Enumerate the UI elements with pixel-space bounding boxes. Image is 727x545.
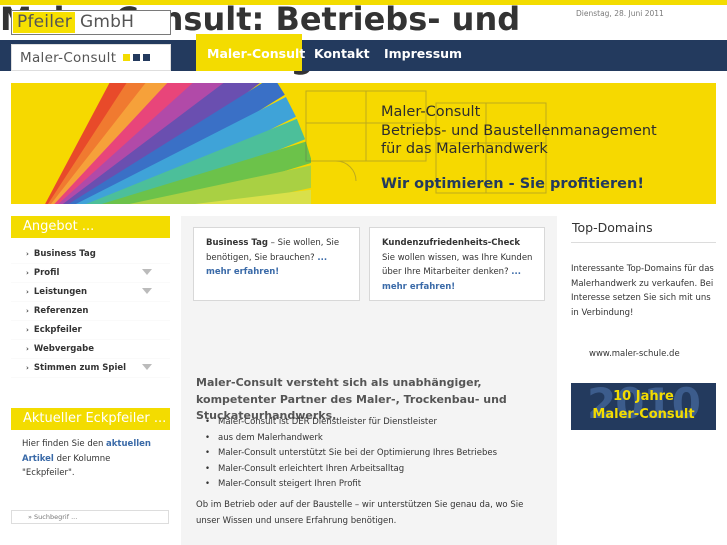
sidebar-heading: Angebot ... [11,216,170,238]
domain-url[interactable]: www.maler-schule.de [589,349,680,359]
nav-item-impressum[interactable]: Impressum [384,46,462,61]
teaser-box-title: Business Tag [206,238,268,248]
banner-line-3: für das Malerhandwerk [381,141,548,157]
teaser-box-business-tag: Business Tag – Sie wollen, Sie benötigen… [193,227,360,301]
teaser-box-text: Sie wollen wissen, was Ihre Kunden über … [382,252,533,278]
chevron-right-icon: › [26,345,29,353]
sidebar-item-label: Business Tag [33,249,96,259]
company-logo[interactable]: Pfeiler GmbH [11,10,171,35]
sidebar-item-leistungen[interactable]: › Leistungen [11,283,170,302]
list-item: Maler-Consult ist DER Dienstleister für … [205,415,545,431]
sidebar-menu: › Business Tag › Profil › Leistungen › R… [11,238,170,378]
sidebar-item-referenzen[interactable]: › Referenzen [11,302,170,321]
logo-text-gmbh: GmbH [80,12,135,32]
chevron-right-icon: › [26,326,29,334]
current-date: Dienstag, 28. Juni 2011 [576,9,664,18]
brand-square-icon [123,54,131,61]
sidebar-item-profil[interactable]: › Profil [11,264,170,283]
top-domains-text: Interessante Top-Domains für das Malerha… [571,264,714,318]
sidebar-item-label: Referenzen [33,306,89,316]
banner-line-1: Maler-Consult [381,104,481,120]
sidebar-item-label: Webvergabe [33,344,94,354]
chevron-right-icon: › [26,250,29,258]
chevron-right-icon: › [26,269,29,277]
header-banner: Maler-Consult Betriebs- und Baustellenma… [11,83,716,204]
top-domains-heading: Top-Domains [571,216,716,243]
nav-item-maler-consult[interactable]: Maler-Consult [207,46,305,61]
chevron-right-icon: › [26,307,29,315]
sidebar-item-label: Profil [33,268,60,278]
list-item: Maler-Consult unterstützt Sie bei der Op… [205,446,545,462]
teaser-box-title: Kundenzufriedenheits-Check [382,238,521,248]
sidebar-item-label: Stimmen zum Spiel [33,363,127,373]
banner-slogan: Wir optimieren - Sie profitieren! [381,176,644,192]
list-item: aus dem Malerhandwerk [205,431,545,447]
sidebar-item-eckpfeiler[interactable]: › Eckpfeiler [11,321,170,340]
anniversary-banner[interactable]: 2010 10 Jahre Maler-Consult [571,383,716,430]
dropdown-triangle-icon[interactable] [142,364,152,370]
sidebar-heading-eckpfeiler: Aktueller Eckpfeiler ... [11,408,170,430]
sidebar-item-label: Leistungen [33,287,88,297]
promo-line-2: Maler-Consult [592,407,695,422]
sidebar-item-webvergabe[interactable]: › Webvergabe [11,340,170,359]
banner-headline: Maler-Consult Betriebs- und Baustellenma… [381,103,657,159]
eckpfeiler-teaser: Hier finden Sie den aktuellen Artikel de… [22,437,162,481]
banner-line-2: Betriebs- und Baustellenmanagement [381,122,657,139]
sidebar-item-label: Eckpfeiler [33,325,82,335]
sidebar-item-stimmen-zum-spiel[interactable]: › Stimmen zum Spiel [11,359,170,378]
benefit-list: Maler-Consult ist DER Dienstleister für … [205,415,545,493]
sidebar-offer: Angebot ... › Business Tag › Profil › Le… [11,216,170,378]
nav-item-kontakt[interactable]: Kontakt [314,46,370,61]
dropdown-triangle-icon[interactable] [142,288,152,294]
list-item: Maler-Consult erleichtert Ihren Arbeitsa… [205,462,545,478]
chevron-right-icon: › [26,364,29,372]
dropdown-triangle-icon[interactable] [142,269,152,275]
brand-square-icon [133,54,141,61]
brand-name: Maler-Consult [20,49,117,66]
brand-square-icon [143,54,151,61]
chevron-right-icon: › [26,288,29,296]
promo-line-1: 10 Jahre [613,389,674,404]
body-paragraph: Ob im Betrieb oder auf der Baustelle – w… [196,500,524,526]
color-fan-image [32,83,311,204]
brand-box[interactable]: Maler-Consult [11,44,171,71]
right-sidebar: Top-Domains [571,216,716,243]
list-item: Maler-Consult steigert Ihren Profit [205,477,545,493]
logo-text-pfeiler: Pfeiler [13,12,75,33]
sidebar-item-business-tag[interactable]: › Business Tag [11,245,170,264]
top-accent-line [0,0,727,5]
teaser-box-kundenzufriedenheit: Kundenzufriedenheits-Check Sie wollen wi… [369,227,545,301]
search-input[interactable]: » Suchbegrif ... [11,510,169,524]
teaser-text: Hier finden Sie den [22,439,104,449]
